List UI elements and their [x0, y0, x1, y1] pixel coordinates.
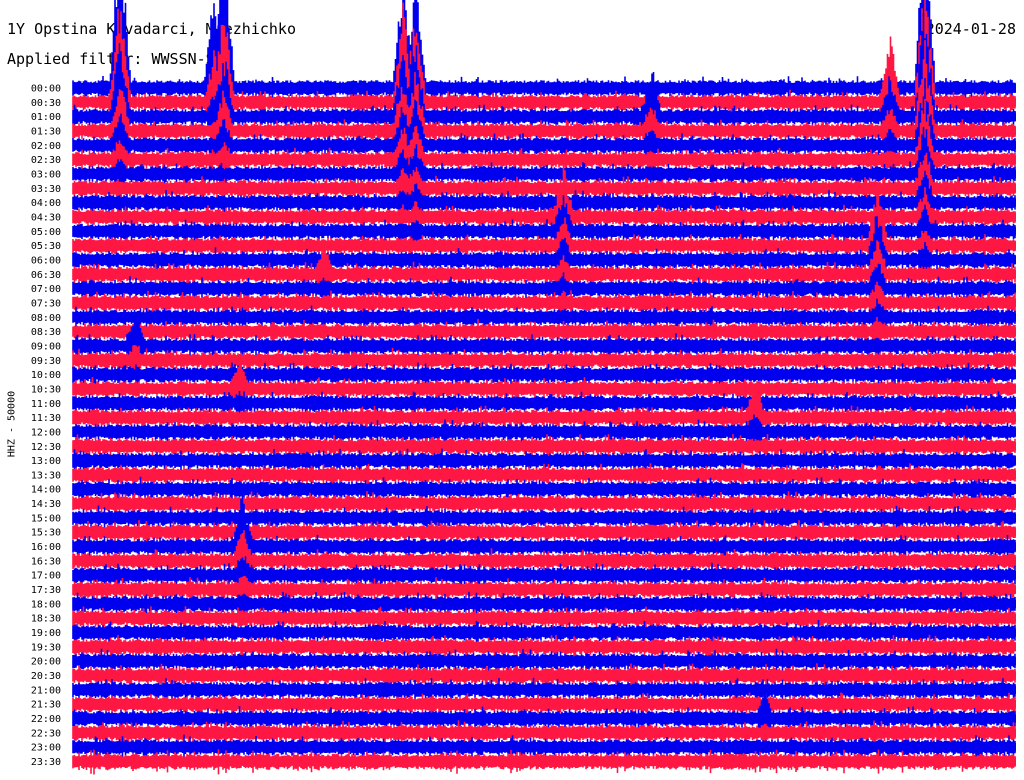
row-label-2300: 23:00: [31, 743, 61, 754]
row-label-0700: 07:00: [31, 284, 61, 295]
row-label-0000: 00:00: [31, 84, 61, 95]
row-label-2000: 20:00: [31, 657, 61, 668]
row-label-0830: 08:30: [31, 327, 61, 338]
row-label-0430: 04:30: [31, 212, 61, 223]
row-label-0630: 06:30: [31, 270, 61, 281]
row-label-0330: 03:30: [31, 184, 61, 195]
row-label-1430: 14:30: [31, 499, 61, 510]
row-label-1130: 11:30: [31, 413, 61, 424]
row-label-0500: 05:00: [31, 227, 61, 238]
row-label-0100: 01:00: [31, 112, 61, 123]
row-label-0400: 04:00: [31, 198, 61, 209]
row-label-2130: 21:30: [31, 700, 61, 711]
row-label-1700: 17:00: [31, 571, 61, 582]
row-label-0730: 07:30: [31, 298, 61, 309]
row-label-0530: 05:30: [31, 241, 61, 252]
row-label-0800: 08:00: [31, 313, 61, 324]
row-label-0600: 06:00: [31, 255, 61, 266]
row-label-1930: 19:30: [31, 642, 61, 653]
row-label-0200: 02:00: [31, 141, 61, 152]
row-label-1500: 15:00: [31, 513, 61, 524]
row-label-2330: 23:30: [31, 757, 61, 768]
trace-group: [72, 0, 1016, 775]
row-label-0900: 09:00: [31, 341, 61, 352]
row-label-1230: 12:30: [31, 442, 61, 453]
row-label-2100: 21:00: [31, 685, 61, 696]
row-label-1900: 19:00: [31, 628, 61, 639]
row-label-1030: 10:30: [31, 384, 61, 395]
row-label-1300: 13:00: [31, 456, 61, 467]
row-label-0930: 09:30: [31, 356, 61, 367]
row-label-2230: 22:30: [31, 728, 61, 739]
row-label-group: 00:00 00:30 01:00 01:30 02:00 02:30 03:00 03:30…: [31, 84, 61, 769]
row-label-1730: 17:30: [31, 585, 61, 596]
row-label-1330: 13:30: [31, 470, 61, 481]
row-label-1100: 11:00: [31, 399, 61, 410]
row-label-1530: 15:30: [31, 528, 61, 539]
row-label-1000: 10:00: [31, 370, 61, 381]
row-label-2200: 22:00: [31, 714, 61, 725]
row-label-0300: 03:00: [31, 169, 61, 180]
helicorder-plot: 00:00 00:30 01:00 01:30 02:00 02:30 03:00 03:30…: [31, 0, 1016, 775]
row-label-1830: 18:30: [31, 614, 61, 625]
row-label-1400: 14:00: [31, 485, 61, 496]
row-label-1630: 16:30: [31, 556, 61, 567]
row-label-1600: 16:00: [31, 542, 61, 553]
row-label-2030: 20:30: [31, 671, 61, 682]
row-label-1800: 18:00: [31, 599, 61, 610]
row-label-0230: 02:30: [31, 155, 61, 166]
row-label-1200: 12:00: [31, 427, 61, 438]
row-label-0030: 00:30: [31, 98, 61, 109]
row-label-0130: 01:30: [31, 126, 61, 137]
